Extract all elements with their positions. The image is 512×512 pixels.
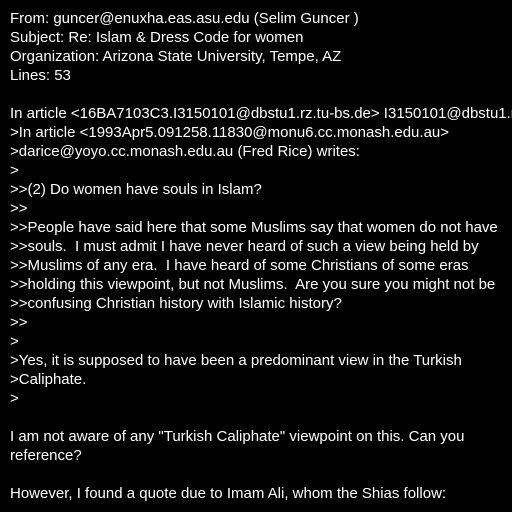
body-line: >> xyxy=(10,314,28,331)
body-line: > xyxy=(10,390,19,407)
body-line: >Caliphate. xyxy=(10,371,87,388)
body-line: >Yes, it is supposed to have been a pred… xyxy=(10,352,462,369)
message-view: From: guncer@enuxha.eas.asu.edu (Selim G… xyxy=(0,0,512,512)
body-line: reference? xyxy=(10,447,82,464)
header-organization: Organization: Arizona State University, … xyxy=(10,48,342,65)
body-line: >>Muslims of any era. I have heard of so… xyxy=(10,257,469,274)
header-lines: Lines: 53 xyxy=(10,67,71,84)
body-line: In article <16BA7103C3.I3150101@dbstu1.r… xyxy=(10,105,512,122)
body-line: >>holding this viewpoint, but not Muslim… xyxy=(10,276,496,293)
body-line: >In article <1993Apr5.091258.11830@monu6… xyxy=(10,124,450,141)
body-line xyxy=(10,465,512,484)
body-line: I am not aware of any "Turkish Caliphate… xyxy=(10,428,465,445)
body-line: >>People have said here that some Muslim… xyxy=(10,219,498,236)
body-line: However, I found a quote due to Imam Ali… xyxy=(10,485,447,502)
body-line: >darice@yoyo.cc.monash.edu.au (Fred Rice… xyxy=(10,143,360,160)
header-from: From: guncer@enuxha.eas.asu.edu (Selim G… xyxy=(10,10,359,27)
header-separator xyxy=(10,85,512,104)
body-line xyxy=(10,408,512,427)
header-subject: Subject: Re: Islam & Dress Code for wome… xyxy=(10,29,304,46)
body-line: >> xyxy=(10,200,28,217)
body-line: > xyxy=(10,333,19,350)
body-line: >>souls. I must admit I have never heard… xyxy=(10,238,479,255)
body-line: > xyxy=(10,162,19,179)
body-line: >>(2) Do women have souls in Islam? xyxy=(10,181,262,198)
body-line: >>confusing Christian history with Islam… xyxy=(10,295,342,312)
